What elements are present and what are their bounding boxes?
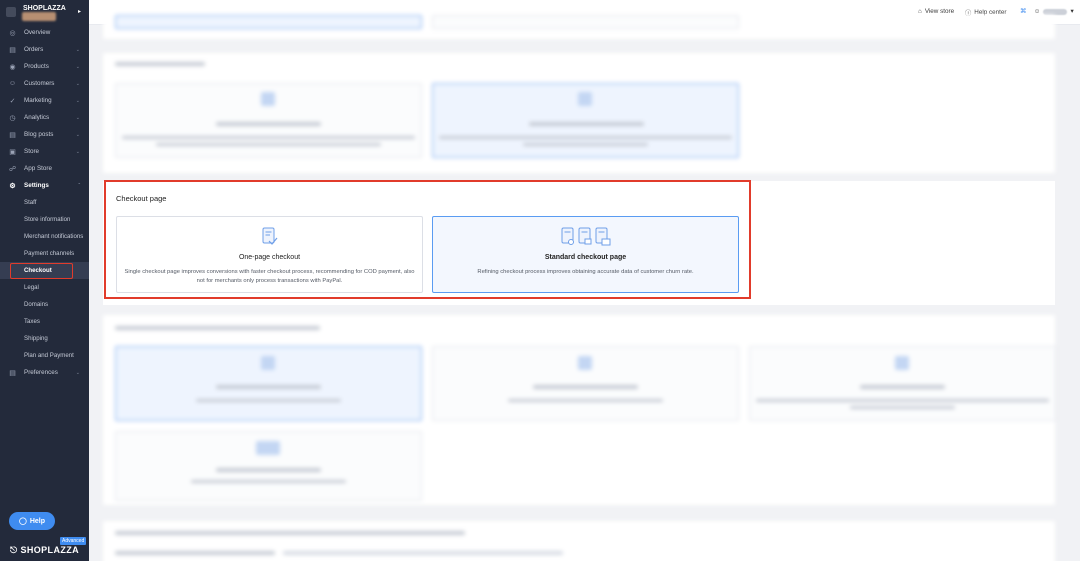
- customers-icon: ☺: [8, 80, 17, 87]
- chevron-down-icon: ⌄: [75, 63, 80, 70]
- sidebar-item-settings[interactable]: ⚙ Settings ˆ: [0, 177, 89, 194]
- shoplazza-logo: ⎋ SHOPLAZZA: [10, 545, 80, 555]
- products-icon: ◉: [9, 63, 16, 71]
- logo-mark-icon: ⎋: [10, 545, 18, 555]
- view-store-link[interactable]: ⌂ View store: [918, 8, 954, 15]
- sidebar-item-products[interactable]: ◉ Products ⌄: [0, 58, 89, 75]
- sidebar-item-orders[interactable]: ▤ Orders ⌄: [0, 41, 89, 58]
- gear-icon: ⚙: [9, 182, 16, 190]
- blurred-section-2: [103, 53, 1055, 173]
- sidebar-sub-checkout[interactable]: Checkout: [0, 262, 89, 279]
- preferences-icon: ▤: [9, 369, 16, 377]
- chevron-up-icon: ˆ: [78, 182, 80, 189]
- help-label: Help: [29, 517, 45, 525]
- user-menu[interactable]: ☺ ▾: [1034, 8, 1074, 15]
- overview-icon: ◎: [9, 29, 16, 37]
- brand-name: SHOPLAZZA: [23, 5, 66, 12]
- help-button[interactable]: ◯ Help: [9, 512, 55, 530]
- caret-down-icon: ▾: [1070, 8, 1074, 15]
- sidebar-sub-store-information[interactable]: Store information: [0, 211, 89, 228]
- chevron-down-icon: ⌄: [75, 369, 80, 376]
- user-name-blurred: [1043, 8, 1068, 15]
- highlight-box: [104, 180, 751, 299]
- sidebar-item-label: Analytics: [24, 114, 50, 121]
- store-icon: ▣: [9, 148, 16, 156]
- orders-icon: ▤: [9, 46, 16, 54]
- sidebar-item-overview[interactable]: ◎ Overview: [0, 24, 89, 41]
- blurred-section-4: [103, 315, 1056, 505]
- sidebar: SHOPLAZZA ▸ ◎ Overview ▤ Orders ⌄ ◉ Products…: [0, 0, 89, 561]
- chevron-down-icon: ⌄: [75, 80, 80, 87]
- sidebar-sub-payment-channels[interactable]: Payment channels: [0, 245, 89, 262]
- sidebar-item-customers[interactable]: ☺ Customers ⌄: [0, 75, 89, 92]
- marketing-icon: ✓: [9, 97, 16, 105]
- analytics-icon: ◷: [9, 114, 16, 122]
- highlight-box: [10, 263, 73, 279]
- caret-right-icon[interactable]: ▸: [78, 8, 81, 15]
- sidebar-item-label: Store: [24, 148, 40, 155]
- chevron-down-icon: ⌄: [75, 131, 80, 138]
- chevron-down-icon: ⌄: [75, 114, 80, 121]
- blurred-section-top: [103, 15, 1055, 39]
- sidebar-sub-merchant-notifications[interactable]: Merchant notifications: [0, 228, 89, 245]
- user-icon: ☺: [1034, 8, 1041, 15]
- store-switcher[interactable]: SHOPLAZZA ▸: [0, 0, 89, 24]
- chevron-down-icon: ⌄: [75, 97, 80, 104]
- blurred-section-bottom: [103, 521, 1055, 561]
- store-avatar: [6, 7, 16, 17]
- sidebar-item-label: Preferences: [24, 369, 58, 376]
- plan-badge: Advanced: [60, 537, 87, 545]
- store-name-blurred: [22, 12, 56, 21]
- sidebar-sub-plan-and-payment[interactable]: Plan and Payment: [0, 347, 89, 364]
- sidebar-sub-taxes[interactable]: Taxes: [0, 313, 89, 330]
- sidebar-item-analytics[interactable]: ◷ Analytics ⌄: [0, 109, 89, 126]
- sidebar-nav: ◎ Overview ▤ Orders ⌄ ◉ Products ⌄ ☺ Customers…: [0, 24, 89, 381]
- sidebar-item-label: Blog posts: [24, 131, 54, 138]
- sidebar-item-label: App Store: [24, 165, 53, 172]
- chat-bubble-icon: ◯: [18, 518, 27, 525]
- sidebar-sub-shipping[interactable]: Shipping: [0, 330, 89, 347]
- chevron-down-icon: ⌄: [75, 46, 80, 53]
- sidebar-item-label: Customers: [24, 80, 55, 87]
- blog-icon: ▤: [9, 131, 16, 139]
- sidebar-item-app-store[interactable]: ☍ App Store: [0, 160, 89, 177]
- chevron-down-icon: ⌄: [75, 148, 80, 155]
- sidebar-item-store[interactable]: ▣ Store ⌄: [0, 143, 89, 160]
- home-icon: ⌂: [918, 8, 922, 15]
- sidebar-item-label: Settings: [24, 182, 49, 189]
- sidebar-item-label: Marketing: [24, 97, 52, 104]
- sidebar-item-preferences[interactable]: ▤ Preferences ⌄: [0, 364, 89, 381]
- app-store-icon: ☍: [8, 165, 17, 173]
- sidebar-item-marketing[interactable]: ✓ Marketing ⌄: [0, 92, 89, 109]
- sidebar-item-label: Products: [24, 63, 49, 70]
- sidebar-sub-legal[interactable]: Legal: [0, 279, 89, 296]
- sidebar-item-blog-posts[interactable]: ▤ Blog posts ⌄: [0, 126, 89, 143]
- sidebar-sub-staff[interactable]: Staff: [0, 194, 89, 211]
- sidebar-item-label: Orders: [24, 46, 44, 53]
- sidebar-sub-domains[interactable]: Domains: [0, 296, 89, 313]
- wifi-icon[interactable]: ⌘: [1020, 8, 1026, 15]
- sidebar-item-label: Overview: [24, 29, 51, 36]
